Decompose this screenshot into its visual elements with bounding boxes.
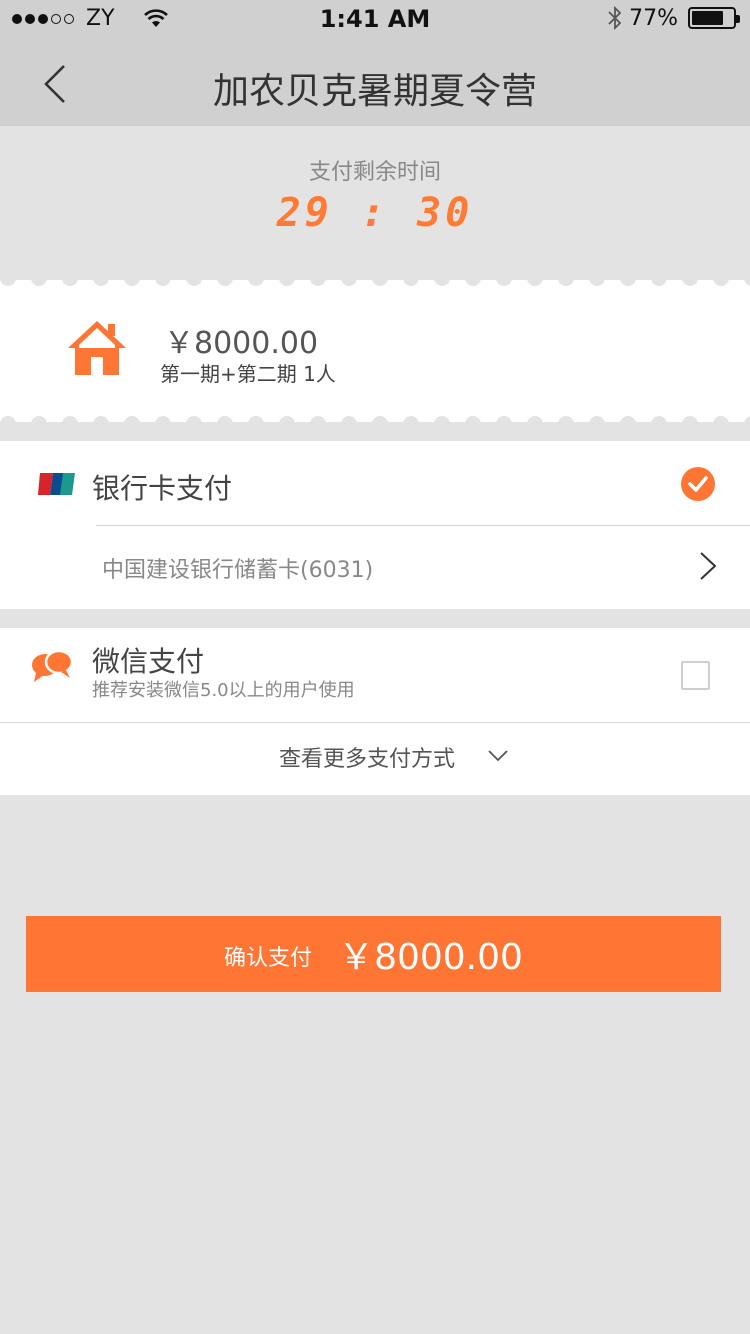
battery-nub xyxy=(736,15,740,23)
ticket-edge-bottom xyxy=(0,416,750,424)
chat-bubbles-icon xyxy=(32,649,74,682)
countdown-timer: 29 : 30 xyxy=(276,190,474,236)
more-payment-methods-label: 查看更多支付方式 xyxy=(279,747,456,772)
bank-card-label: 银行卡支付 xyxy=(92,472,233,505)
page-title: 加农贝克暑期夏令营 xyxy=(212,71,537,112)
wechat-pay-section: 微信支付 推荐安装微信5.0以上的用户使用 查看更多支付方式 xyxy=(0,628,750,795)
more-payment-methods-button[interactable]: 查看更多支付方式 xyxy=(0,723,750,795)
wechat-pay-option[interactable]: 微信支付 推荐安装微信5.0以上的用户使用 xyxy=(0,628,750,722)
wechat-pay-checkbox[interactable] xyxy=(681,661,710,690)
bank-card-name: 中国建设银行储蓄卡(6031) xyxy=(102,558,374,583)
order-description: 第一期+第二期 1人 xyxy=(160,362,336,386)
battery-percent: 77% xyxy=(629,5,678,31)
nav-bar: 加农贝克暑期夏令营 xyxy=(0,40,750,126)
unionpay-icon xyxy=(38,473,75,495)
payment-countdown: 支付剩余时间 29 : 30 xyxy=(0,126,750,276)
confirm-payment-label: 确认支付 xyxy=(224,946,313,971)
confirm-payment-amount: ￥8000.00 xyxy=(338,937,523,978)
confirm-payment-button[interactable]: 确认支付 ￥8000.00 xyxy=(26,916,721,992)
wechat-pay-subtitle: 推荐安装微信5.0以上的用户使用 xyxy=(92,680,355,701)
chevron-down-icon xyxy=(488,750,508,762)
ticket-edge-top xyxy=(0,278,750,286)
bank-card-option[interactable]: 银行卡支付 xyxy=(0,441,750,525)
battery-icon xyxy=(688,7,740,29)
order-summary-card: ￥8000.00 第一期+第二期 1人 xyxy=(0,278,750,424)
bank-card-selector[interactable]: 中国建设银行储蓄卡(6031) xyxy=(0,526,750,609)
battery-fill xyxy=(692,11,723,25)
status-bar: ZY 1:41 AM 77% xyxy=(0,0,750,40)
chevron-right-icon xyxy=(700,552,717,580)
bank-card-section: 银行卡支付 中国建设银行储蓄卡(6031) xyxy=(0,441,750,609)
order-price: ￥8000.00 xyxy=(164,326,319,361)
wechat-pay-label: 微信支付 xyxy=(92,645,205,678)
house-icon xyxy=(68,321,126,375)
countdown-label: 支付剩余时间 xyxy=(308,160,441,185)
check-circle-icon[interactable] xyxy=(680,466,716,502)
status-right: 77% xyxy=(607,5,740,31)
bluetooth-icon xyxy=(608,5,622,31)
